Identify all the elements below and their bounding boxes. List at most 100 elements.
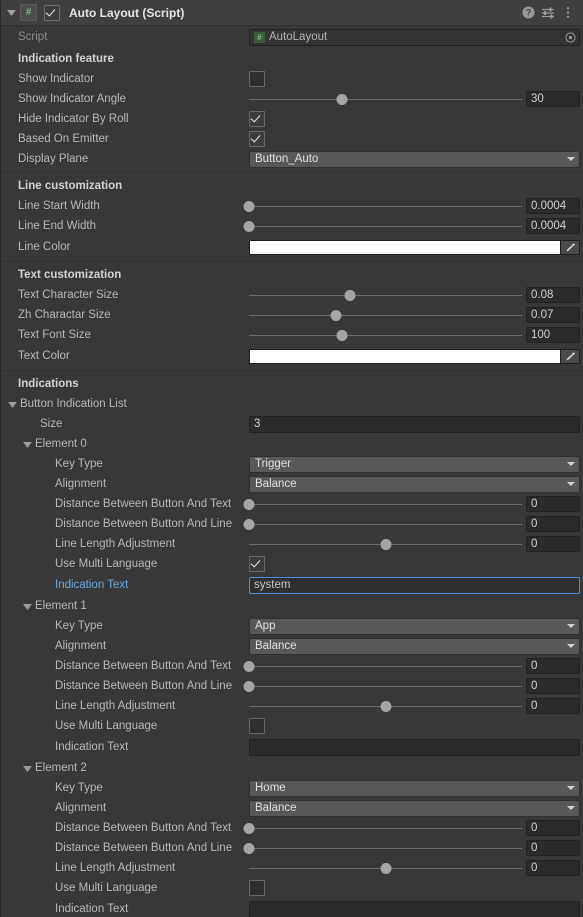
element-1-indication-text-input[interactable] (249, 738, 580, 756)
element-0-indication-text-input[interactable]: system (249, 576, 580, 594)
element-2-foldout[interactable]: Element 2 (22, 762, 87, 774)
element-0-line-length-adjustment-slider[interactable] (249, 537, 522, 551)
text-font-size-slider[interactable] (249, 328, 522, 342)
preset-icon[interactable] (539, 4, 557, 22)
element-0-line-length-adjustment-value[interactable]: 0 (526, 536, 580, 552)
element-0-dist-button-text-value[interactable]: 0 (526, 496, 580, 512)
element-0-dist-button-line-value[interactable]: 0 (526, 516, 580, 532)
slider-handle[interactable] (330, 309, 342, 321)
element-2-alignment-dropdown[interactable]: Balance (249, 799, 580, 817)
element-1-foldout-row[interactable]: Element 1 (1, 596, 583, 616)
row-button-indication-list[interactable]: Button Indication List (1, 394, 583, 414)
line-color-label: Line Color (18, 241, 71, 253)
element-2-dist-button-line-value[interactable]: 0 (526, 840, 580, 856)
element-1-dist-button-line-slider[interactable] (243, 679, 522, 693)
zh-charactar-size-slider[interactable] (249, 308, 522, 322)
list-size-value[interactable]: 3 (249, 415, 580, 433)
slider-handle[interactable] (380, 862, 391, 874)
script-object-field[interactable]: # AutoLayout (249, 28, 580, 46)
zh-charactar-size-value[interactable]: 0.07 (526, 307, 580, 323)
element-1-dist-button-line-value[interactable]: 0 (526, 678, 580, 694)
element-0-line-length-adjustment-label: Line Length Adjustment (55, 538, 176, 550)
element-1-dist-button-text-slider[interactable] (243, 659, 522, 673)
slider-handle[interactable] (336, 329, 348, 341)
element-1-dist-button-text-value[interactable]: 0 (526, 658, 580, 674)
triangle-down-icon[interactable] (22, 763, 33, 774)
element-1-alignment-dropdown[interactable]: Balance (249, 637, 580, 655)
element-1-use-multi-language-checkbox[interactable] (249, 718, 265, 734)
show-indicator-angle-value[interactable]: 30 (526, 91, 580, 107)
button-indication-list-foldout[interactable]: Button Indication List (7, 398, 127, 410)
eyedropper-icon[interactable] (561, 239, 580, 255)
text-color-swatch[interactable] (249, 348, 561, 364)
line-end-width-value[interactable]: 0.0004 (526, 218, 580, 234)
element-2-key-type-label: Key Type (55, 782, 103, 794)
slider-handle[interactable] (243, 842, 255, 854)
component-foldout-icon[interactable] (5, 6, 18, 19)
line-color-control (249, 239, 580, 255)
element-2-line-length-adjustment-slider[interactable] (249, 861, 522, 875)
element-0-dist-button-text-slider[interactable] (243, 497, 522, 511)
triangle-down-icon[interactable] (22, 601, 33, 612)
row-line-end-width: Line End Width 0.0004 (1, 216, 583, 236)
element-0-use-multi-language-checkbox[interactable] (249, 556, 265, 572)
slider-handle[interactable] (243, 660, 255, 672)
element-1-foldout[interactable]: Element 1 (22, 600, 87, 612)
help-icon[interactable]: ? (519, 4, 537, 22)
element-2-foldout-row[interactable]: Element 2 (1, 758, 583, 778)
slider-handle[interactable] (243, 680, 255, 692)
slider-handle[interactable] (243, 498, 255, 510)
text-character-size-slider[interactable] (249, 288, 522, 302)
row-zh-charactar-size: Zh Charactar Size 0.07 (1, 305, 583, 325)
element-2-indication-text-input[interactable] (249, 900, 580, 917)
element-0-foldout-row[interactable]: Element 0 (1, 434, 583, 454)
element-2-line-length-adjustment-value[interactable]: 0 (526, 860, 580, 876)
slider-handle[interactable] (243, 822, 255, 834)
show-indicator-angle-slider[interactable] (249, 92, 522, 106)
slider-handle[interactable] (380, 700, 391, 712)
element-1-line-length-adjustment-value[interactable]: 0 (526, 698, 580, 714)
element-2-use-multi-language-checkbox[interactable] (249, 880, 265, 896)
element-0-dist-button-line-slider[interactable] (243, 517, 522, 531)
row-element-2-key-type: Key Type Home (1, 778, 583, 798)
triangle-down-icon[interactable] (22, 439, 33, 450)
show-indicator-checkbox[interactable] (249, 71, 265, 87)
eyedropper-icon[interactable] (561, 348, 580, 364)
line-end-width-slider[interactable] (243, 219, 522, 233)
kebab-menu-icon[interactable] (559, 4, 577, 22)
element-0-label: Element 0 (35, 438, 87, 450)
line-color-swatch[interactable] (249, 239, 561, 255)
text-character-size-value[interactable]: 0.08 (526, 287, 580, 303)
component-header[interactable]: # Auto Layout (Script) ? (1, 0, 583, 26)
slider-handle[interactable] (380, 538, 391, 550)
slider-handle[interactable] (243, 518, 255, 530)
element-0-alignment-dropdown[interactable]: Balance (249, 475, 580, 493)
text-font-size-value[interactable]: 100 (526, 327, 580, 343)
element-0-key-type-dropdown[interactable]: Trigger (249, 455, 580, 473)
element-1-key-type-dropdown[interactable]: App (249, 617, 580, 635)
element-2-line-length-adjustment-label: Line Length Adjustment (55, 862, 176, 874)
element-2-dist-button-text-slider[interactable] (243, 821, 522, 835)
element-1-line-length-adjustment-slider[interactable] (249, 699, 522, 713)
slider-handle[interactable] (336, 93, 348, 105)
element-1-key-type-field: App (249, 617, 583, 635)
triangle-down-icon[interactable] (7, 399, 18, 410)
display-plane-dropdown[interactable]: Button_Auto (249, 150, 580, 168)
object-picker-icon[interactable] (564, 31, 577, 44)
slider-handle[interactable] (243, 220, 255, 232)
slider-track (249, 98, 522, 100)
row-element-0-use-multi-language: Use Multi Language (1, 554, 583, 574)
element-2-dist-button-line-slider[interactable] (243, 841, 522, 855)
slider-handle[interactable] (243, 200, 255, 212)
element-0-foldout[interactable]: Element 0 (22, 438, 87, 450)
hide-indicator-by-roll-checkbox[interactable] (249, 111, 265, 127)
show-indicator-angle-field: 30 (249, 91, 583, 107)
component-enabled-checkbox[interactable] (44, 4, 60, 21)
line-start-width-slider[interactable] (243, 199, 522, 213)
line-start-width-value[interactable]: 0.0004 (526, 198, 580, 214)
element-2-dist-button-text-value[interactable]: 0 (526, 820, 580, 836)
element-1-alignment-field: Balance (249, 637, 583, 655)
slider-handle[interactable] (344, 289, 356, 301)
based-on-emitter-checkbox[interactable] (249, 131, 265, 147)
element-2-key-type-dropdown[interactable]: Home (249, 779, 580, 797)
